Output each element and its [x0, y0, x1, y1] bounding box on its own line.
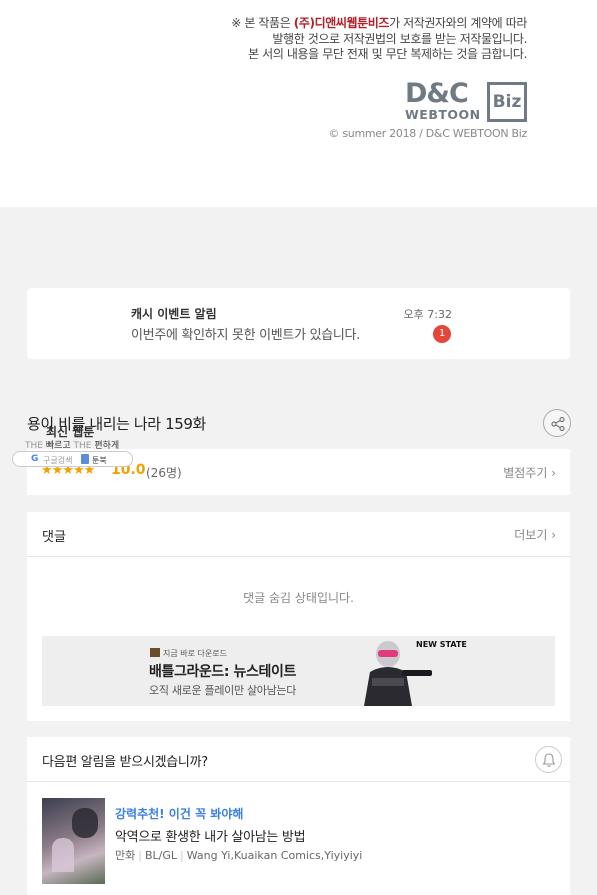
- ad-small-label: 지금 바로 다운로드: [163, 649, 227, 658]
- share-icon: [551, 416, 565, 432]
- widget-sub-bold2: 편하게: [94, 441, 120, 451]
- rating-votes: (26명): [146, 466, 182, 480]
- recommendation-subgenre: BL/GL: [144, 849, 178, 862]
- thumbnail-figure-dark: [72, 808, 98, 838]
- google-search-link[interactable]: 구글검색: [43, 455, 72, 466]
- bell-icon: [542, 753, 556, 767]
- latest-webtoon-widget[interactable]: 최신 웹툰 THE 빠르고 THE 편하게 G 구글검색 툰북: [12, 421, 137, 469]
- notification-badge: 1: [433, 325, 451, 343]
- copyright-line2: 발행한 것으로 저작권법의 보호를 받는 저작물입니다.: [272, 31, 527, 46]
- alert-subscribe-button[interactable]: [535, 746, 562, 773]
- ad-game-logo: NEW STATE: [416, 640, 467, 649]
- recommendation-genre: 만화: [115, 849, 136, 862]
- copyright-line1-suffix: 가 저작권자와의 계약에 따라: [389, 16, 527, 30]
- widget-sub-bold1: 빠르고: [45, 441, 71, 451]
- next-episode-card: 다음편 알림을 받으시겠습니까? 강력추천! 이건 꼭 봐야해 악역으로 환생한…: [27, 737, 570, 895]
- copyright-notice: ※ 본 작품은 (주)디앤씨웹툰비즈가 저작권자와의 계약에 따라 발행한 것으…: [231, 16, 527, 63]
- notification-card[interactable]: 캐시 이벤트 알림 이번주에 확인하지 못한 이벤트가 있습니다. 오후 7:3…: [27, 288, 570, 359]
- notification-time: 오후 7:32: [403, 308, 452, 321]
- meta-separator: |: [180, 849, 184, 862]
- recommendation-thumbnail[interactable]: [42, 798, 105, 884]
- widget-subtitle: THE 빠르고 THE 편하게: [25, 438, 119, 451]
- next-alert-question: 다음편 알림을 받으시겠습니까?: [42, 755, 208, 770]
- share-button[interactable]: [543, 409, 571, 437]
- copyright-line1-prefix: ※ 본 작품은: [231, 16, 294, 30]
- comments-hidden-message: 댓글 숨김 상태입니다.: [243, 591, 354, 605]
- ad-brand-icon: [150, 648, 160, 657]
- notification-title: 캐시 이벤트 알림: [131, 307, 217, 321]
- comments-card: 댓글 더보기 › 댓글 숨김 상태입니다. 지금 바로 다운로드 배틀그라운드:…: [27, 512, 570, 721]
- comments-title: 댓글: [42, 530, 66, 545]
- meta-separator: |: [138, 849, 142, 862]
- google-icon: G: [31, 454, 39, 464]
- notification-body: 이번주에 확인하지 못한 이벤트가 있습니다.: [131, 328, 361, 343]
- comments-header: 댓글 더보기 ›: [27, 512, 570, 557]
- copyright-section: ※ 본 작품은 (주)디앤씨웹툰비즈가 저작권자와의 계약에 따라 발행한 것으…: [0, 0, 597, 207]
- toonbook-link[interactable]: 툰북: [92, 455, 107, 466]
- widget-sub-light1: THE: [25, 441, 43, 451]
- rate-button[interactable]: 별점주기 ›: [503, 464, 556, 481]
- logo-webtoon-text: WEBTOON: [405, 107, 481, 122]
- copyright-company: (주)디앤씨웹툰비즈: [293, 16, 390, 30]
- logo-dc-text: D&C: [405, 78, 469, 109]
- ad-subtitle: 오직 새로운 플레이만 살아남는다: [149, 684, 297, 697]
- ad-small-text: 지금 바로 다운로드: [150, 648, 227, 659]
- recommendation-badge: 강력추천! 이건 꼭 봐야해: [115, 807, 244, 821]
- ad-banner[interactable]: 지금 바로 다운로드 배틀그라운드: 뉴스테이트 오직 새로운 플레이만 살아남…: [42, 636, 555, 706]
- ad-title: 배틀그라운드: 뉴스테이트: [149, 664, 296, 680]
- widget-sub-light2: THE: [73, 441, 92, 451]
- comments-more-button[interactable]: 더보기 ›: [514, 526, 556, 543]
- copyright-small: © summer 2018 / D&C WEBTOON Biz: [328, 127, 527, 140]
- recommendation-meta: 만화 | BL/GL | Wang Yi,Kuaikan Comics,Yiyiyiyi: [115, 847, 362, 863]
- thumbnail-figure-light: [52, 838, 74, 872]
- recommendation-authors: Wang Yi,Kuaikan Comics,Yiyiyiyi: [186, 849, 363, 862]
- copyright-line3: 본 서의 내용을 무단 전재 및 무단 복제하는 것을 금합니다.: [248, 47, 527, 61]
- widget-search-bar[interactable]: G 구글검색 툰북: [12, 451, 133, 467]
- ad-character-image: [364, 641, 432, 706]
- recommendation-title[interactable]: 악역으로 환생한 내가 살아남는 방법: [115, 826, 306, 845]
- logo-biz-box: Biz: [487, 82, 527, 122]
- next-alert-header: 다음편 알림을 받으시겠습니까?: [27, 737, 570, 782]
- book-icon: [81, 454, 89, 464]
- dc-webtoon-logo: D&C WEBTOON Biz: [405, 80, 527, 124]
